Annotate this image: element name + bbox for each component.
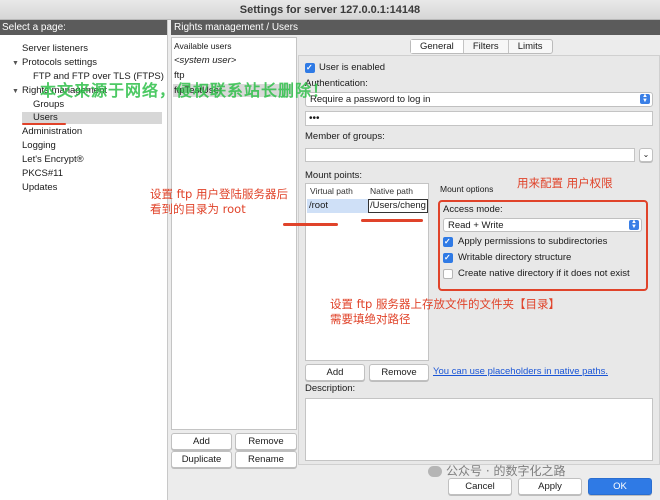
placeholders-link[interactable]: You can use placeholders in native paths… [433,366,608,377]
chevron-updown-icon: ▲ ▼ [629,219,639,230]
wechat-icon [428,466,442,477]
ok-button[interactable]: OK [588,478,652,495]
cancel-button[interactable]: Cancel [448,478,512,495]
window-title: Settings for server 127.0.0.1:14148 [0,0,660,20]
nav-lets-encrypt[interactable]: Let's Encrypt® [22,154,84,166]
apply-subdirectories-checkbox[interactable] [443,237,453,247]
remove-mount-button[interactable]: Remove [369,364,429,381]
groups-input[interactable] [305,148,635,162]
column-virtual-path: Virtual path [310,186,353,196]
chevron-updown-icon: ▲ ▼ [640,93,650,104]
user-tabs: General Filters Limits [410,39,553,54]
apply-button[interactable]: Apply [518,478,582,495]
virtual-path-annotation-line1: 设置 ftp 用户登陆服务器后 [150,187,288,201]
duplicate-user-button[interactable]: Duplicate [171,451,232,468]
nav-logging[interactable]: Logging [22,140,56,152]
nav-label: Protocols settings [22,57,97,68]
wechat-watermark: 公众号 · 的数字化之路 [428,462,565,479]
tab-limits[interactable]: Limits [509,40,552,53]
user-enabled-label: User is enabled [319,62,386,73]
chevron-down-icon[interactable]: ▼ [12,86,22,98]
tab-general[interactable]: General [411,40,464,53]
section-breadcrumb: Rights management / Users [171,20,660,35]
nav-label: PKCS#11 [22,168,64,179]
wechat-watermark-text: 公众号 · 的数字化之路 [446,464,566,478]
users-underline-annotation [22,123,66,125]
native-path-annotation-line1: 设置 ftp 服务器上存放文件的文件夹【目录】 [330,297,560,311]
access-mode-label: Access mode: [443,204,503,215]
virtual-path-annotation-line2: 看到的目录为 root [150,202,246,216]
nav-server-listeners[interactable]: Server listeners [22,43,88,55]
create-native-dir-checkbox[interactable] [443,269,453,279]
user-item[interactable]: <system user> [174,54,236,67]
password-field[interactable]: ••• [305,111,653,126]
nav-label: Administration [22,126,83,137]
nav-administration[interactable]: Administration [22,126,82,138]
rename-user-button[interactable]: Rename [235,451,297,468]
nav-label: Users [33,112,58,123]
member-of-groups-label: Member of groups: [305,131,385,142]
description-textarea[interactable] [305,398,653,461]
apply-subdirectories-label: Apply permissions to subdirectories [458,236,608,247]
tab-filters[interactable]: Filters [464,40,509,53]
nav-label: Logging [22,140,56,151]
mount-points-label: Mount points: [305,170,363,181]
nav-label: Updates [22,182,58,193]
mount-virtual-path[interactable]: /root [309,200,328,211]
mount-options-label: Mount options [440,184,494,194]
nav-label: Let's Encrypt® [22,154,84,165]
add-user-button[interactable]: Add [171,433,232,450]
chevron-down-icon[interactable]: ▼ [12,58,22,70]
create-native-dir-label: Create native directory if it does not e… [458,268,630,279]
description-label: Description: [305,383,356,394]
native-path-annotation-line2: 需要填绝对路径 [330,312,411,326]
nav-updates[interactable]: Updates [22,182,57,194]
page-navigation-header: Select a page: [0,20,167,35]
mount-native-path-input[interactable]: /Users/cheng [368,199,428,213]
mount-row[interactable]: /root /Users/cheng [307,199,428,213]
rights-annotation: 用来配置 用户权限 [517,176,613,190]
native-path-underline [361,219,423,222]
nav-label: Server listeners [22,43,88,54]
column-native-path: Native path [370,186,413,196]
user-enabled-checkbox[interactable] [305,63,315,73]
password-value: ••• [309,113,320,124]
virtual-path-underline [283,223,338,226]
access-mode-value: Read + Write [448,220,504,231]
access-mode-select[interactable]: Read + Write ▲ ▼ [443,218,642,232]
writable-structure-label: Writable directory structure [458,252,572,263]
users-list-title: Available users [174,41,232,51]
writable-structure-checkbox[interactable] [443,253,453,263]
remove-user-button[interactable]: Remove [235,433,297,450]
nav-pkcs11[interactable]: PKCS#11 [22,168,63,180]
authentication-select[interactable]: Require a password to log in ▲ ▼ [305,92,653,107]
watermark-text: 本文来源于网络，侵权联系站长删除！ [40,81,330,100]
add-mount-button[interactable]: Add [305,364,365,381]
chevron-down-icon[interactable]: ⌄ [639,148,653,162]
mount-points-table: Virtual path Native path /root /Users/ch… [305,183,429,361]
nav-protocols-settings[interactable]: ▼ Protocols settings [12,57,97,70]
